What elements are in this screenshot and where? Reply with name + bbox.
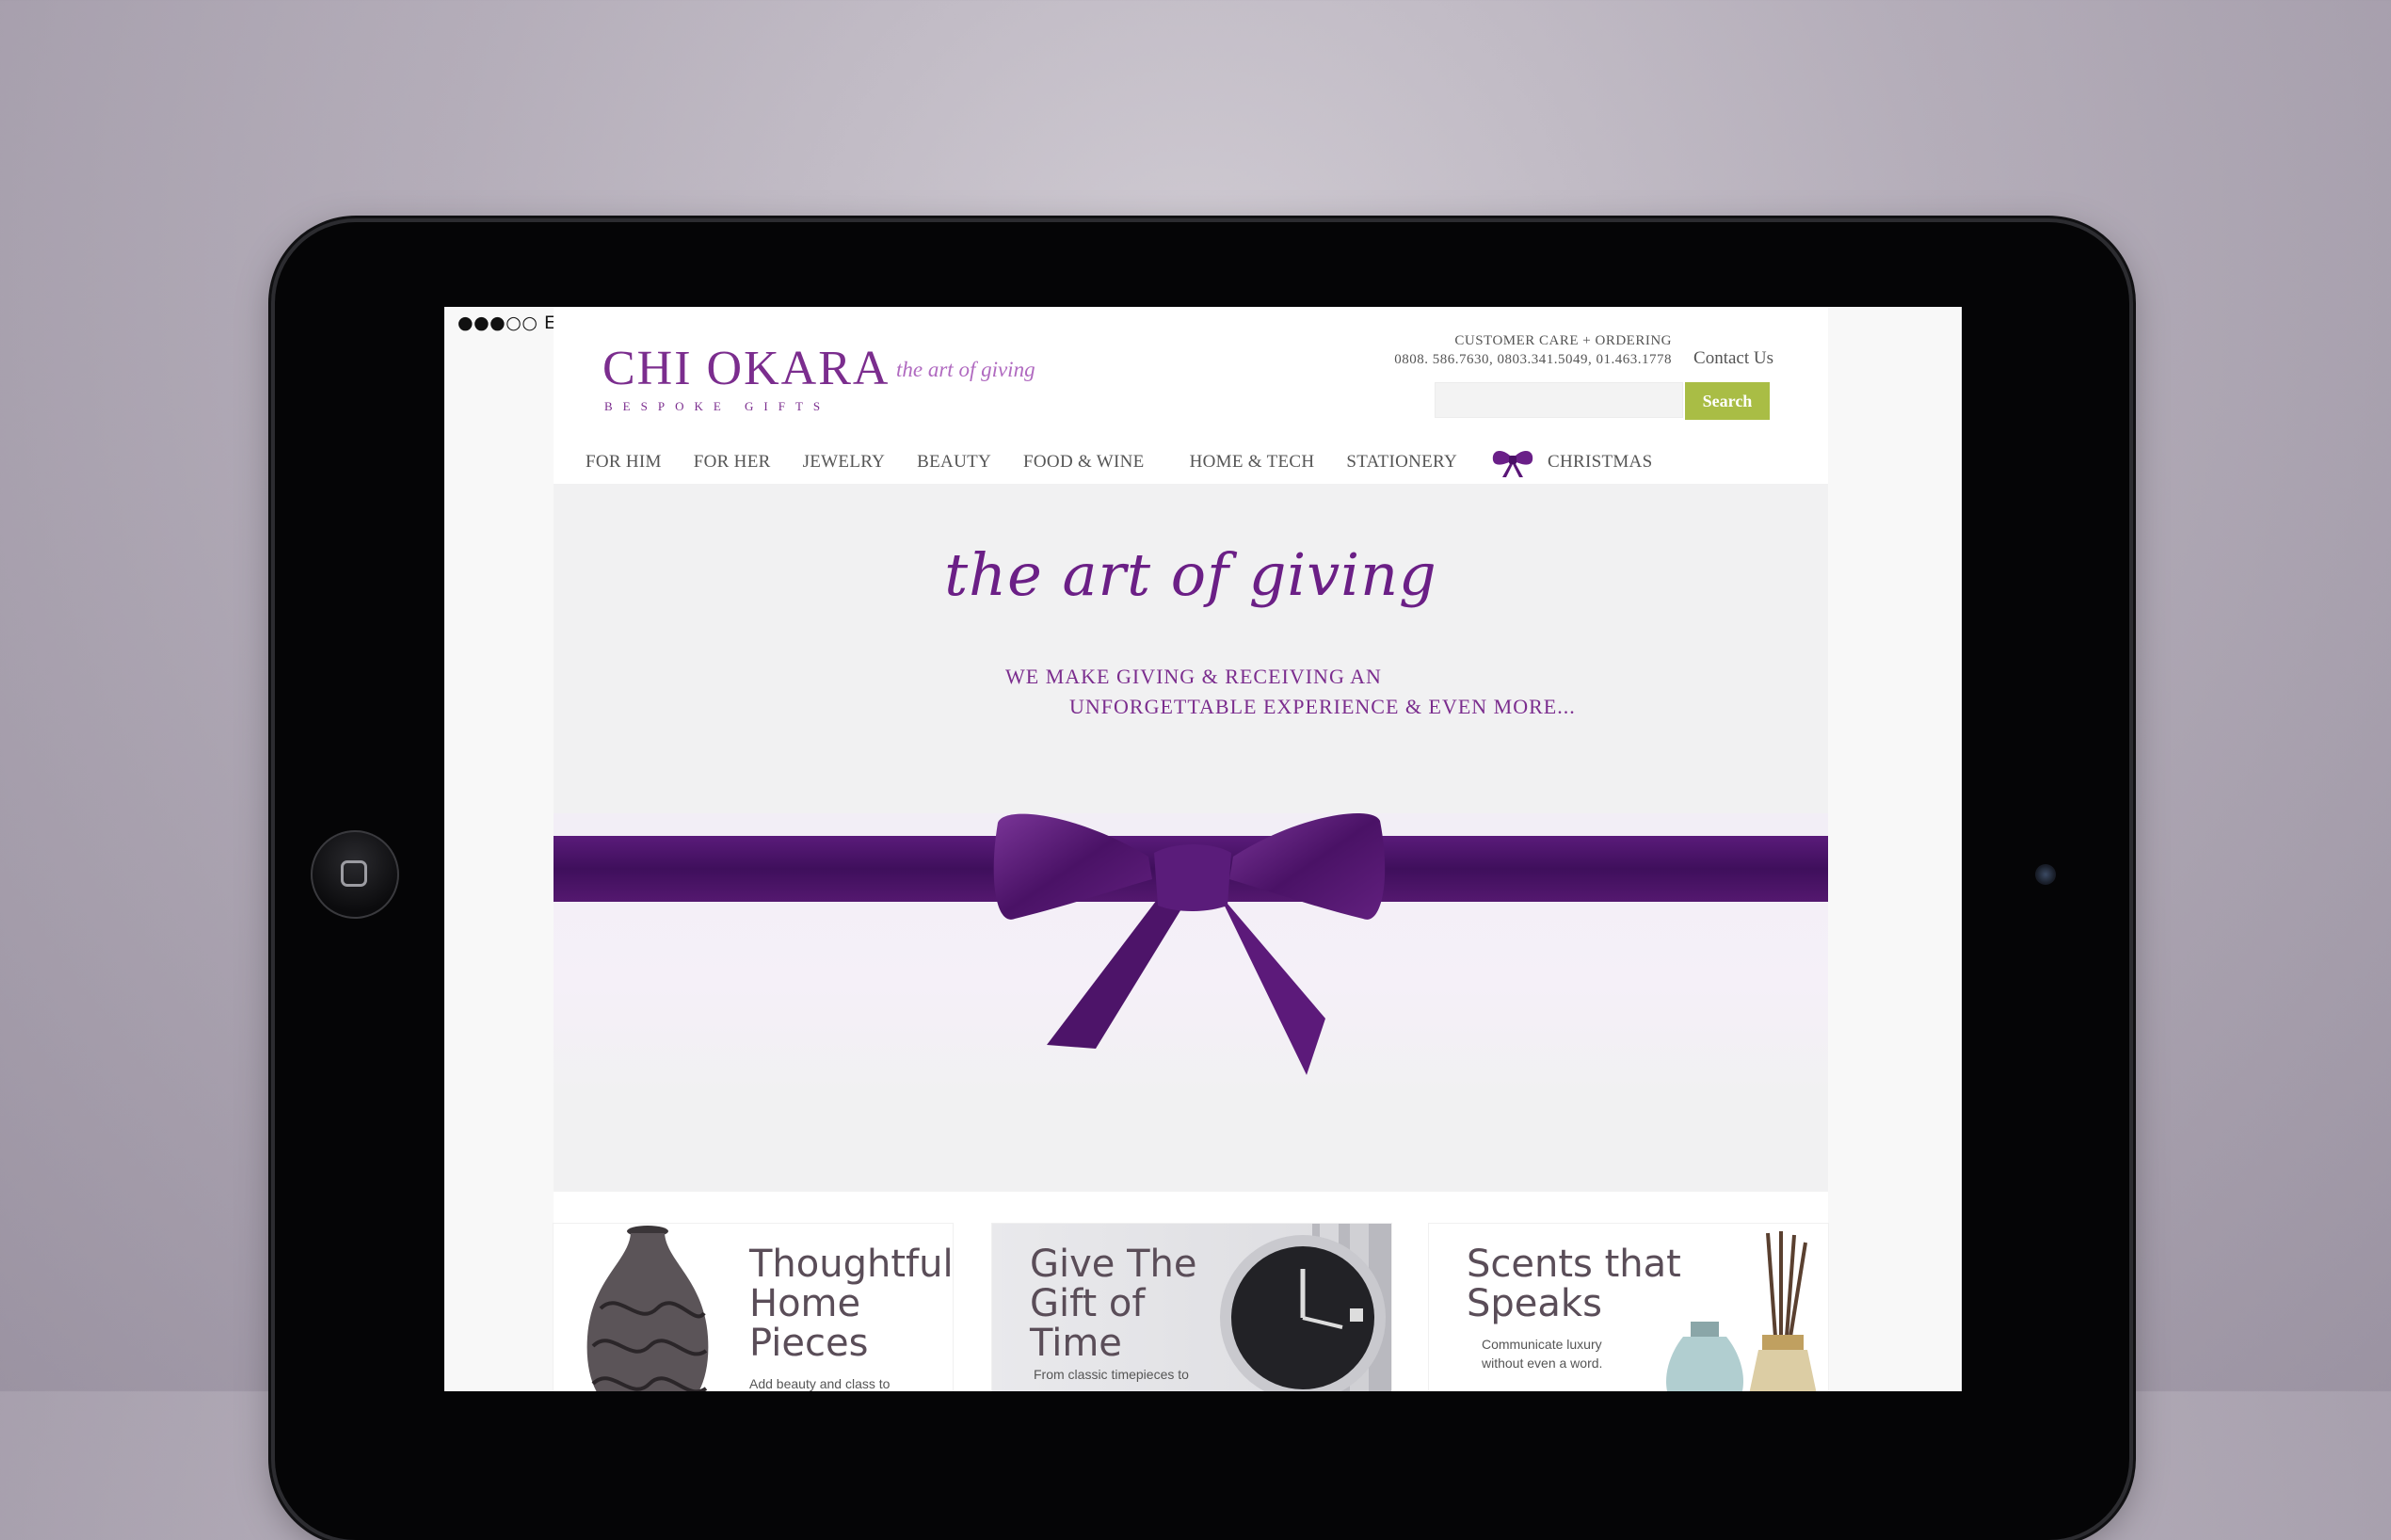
nav-item-home-tech[interactable]: HOME & TECH — [1190, 452, 1315, 473]
hero-banner[interactable]: the art of giving WE MAKE GIVING & RECEI… — [554, 484, 1828, 1192]
watch-image — [1220, 1224, 1391, 1391]
card-text: Communicate luxury without even a word. — [1482, 1337, 1603, 1371]
nav-item-for-her[interactable]: FOR HER — [694, 452, 771, 473]
nav-item-stationery[interactable]: STATIONERY — [1346, 452, 1457, 473]
promo-card-home[interactable]: Thoughtful Home Pieces Add beauty and cl… — [554, 1224, 953, 1391]
logo[interactable]: CHI OKARA — [602, 341, 890, 396]
card-text: Add beauty and class to — [749, 1376, 891, 1391]
diffuser-image — [1666, 1231, 1817, 1391]
nav-item-christmas[interactable]: CHRISTMAS — [1489, 445, 1652, 479]
search-button[interactable]: Search — [1685, 382, 1770, 420]
vase-image — [586, 1226, 709, 1391]
ribbon-bow-graphic — [554, 812, 1828, 1075]
nav-christmas-label: CHRISTMAS — [1547, 452, 1653, 472]
promo-card-scents[interactable]: Scents that Speaks Communicate luxury wi… — [1429, 1224, 1828, 1391]
promo-card-time[interactable]: Give The Gift of Time From classic timep… — [992, 1224, 1391, 1391]
card-title: Give The Gift of Time — [1030, 1243, 1197, 1365]
customer-care-title: CUSTOMER CARE + ORDERING — [1454, 333, 1672, 348]
card-title: Scents that Speaks — [1467, 1243, 1681, 1325]
signal-icon: ●●●○○ — [457, 313, 538, 333]
bow-icon — [1492, 450, 1533, 477]
logo-subtitle: BESPOKE GIFTS — [604, 399, 831, 413]
logo-tagline: the art of giving — [896, 358, 1035, 381]
nav-item-beauty[interactable]: BEAUTY — [917, 452, 991, 473]
customer-care-phones: 0808. 586.7630, 0803.341.5049, 01.463.17… — [1394, 352, 1672, 367]
search-input[interactable] — [1435, 382, 1683, 418]
card-text: From classic timepieces to — [1034, 1367, 1189, 1382]
card-title: Thoughtful Home Pieces — [749, 1243, 953, 1365]
home-square-icon — [341, 860, 367, 887]
home-button[interactable] — [311, 830, 399, 919]
nav-item-food-wine[interactable]: FOOD & WINE — [1023, 452, 1145, 473]
tablet-screen: ●●●○○ EMTS CHI OKARA BESPOKE GIFTS the a… — [444, 307, 1962, 1391]
nav-item-jewelry[interactable]: JEWELRY — [803, 452, 886, 473]
main-nav: FOR HIM FOR HER JEWELRY BEAUTY FOOD & WI… — [586, 445, 1684, 479]
camera-icon — [2035, 864, 2056, 885]
website: CHI OKARA BESPOKE GIFTS the art of givin… — [554, 307, 1828, 1391]
nav-item-for-him[interactable]: FOR HIM — [586, 452, 662, 473]
contact-us-link[interactable]: Contact Us — [1693, 348, 1773, 369]
